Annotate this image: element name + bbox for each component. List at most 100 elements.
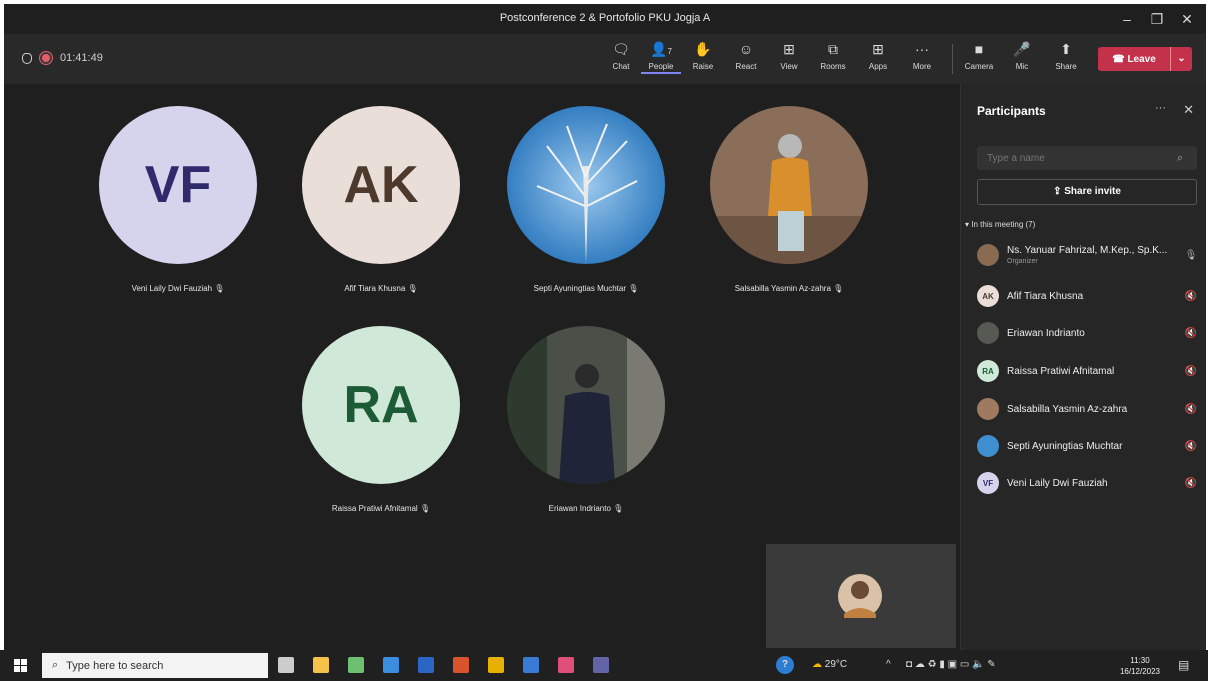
participant-tile-photo[interactable]: [507, 106, 665, 264]
person-photo: [710, 106, 868, 264]
window-title: Postconference 2 & Portofolio PKU Jogja …: [499, 12, 711, 24]
smile-icon: ☺: [738, 41, 754, 57]
more-button[interactable]: ··· More: [902, 40, 942, 80]
participant-row-name-text: Ns. Yanuar Fahrizal, M.Kep., Sp.K...: [1007, 245, 1168, 256]
avatar-initials: AK: [302, 106, 460, 264]
calendar-icon[interactable]: [558, 657, 574, 673]
mic-muted-icon: 🎙: [833, 284, 844, 293]
camera-button[interactable]: ■ Camera: [959, 40, 999, 80]
people-button[interactable]: 👤7 People: [641, 40, 681, 80]
participant-tile-vf[interactable]: VF: [99, 106, 257, 264]
more-icon: ···: [915, 41, 929, 57]
weather-temp: 29°C: [824, 659, 848, 670]
hand-icon: ✋: [694, 41, 712, 57]
raise-label: Raise: [692, 62, 714, 71]
leave-button[interactable]: ☎ Leave ⌄: [1098, 47, 1192, 71]
taskbar-clock[interactable]: 11:30 16/12/2023: [1110, 655, 1170, 677]
participant-row[interactable]: Eriawan Indrianto 🔇: [977, 318, 1199, 348]
share-button[interactable]: ⬆ Share: [1046, 40, 1086, 80]
avatar: AK: [977, 285, 999, 307]
participant-name-text: Septi Ayuningtias Muchtar: [533, 284, 626, 293]
avatar: [977, 398, 999, 420]
view-button[interactable]: ⊞ View: [769, 40, 809, 80]
clock-date: 16/12/2023: [1119, 667, 1161, 676]
participant-name: Eriawan Indrianto 🎙: [486, 504, 686, 513]
weather-widget[interactable]: ☁ 29°C: [812, 659, 847, 670]
participant-name-text: Eriawan Indrianto: [548, 504, 611, 513]
rooms-button[interactable]: ⧉ Rooms: [813, 40, 853, 80]
close-button[interactable]: ✕: [1172, 8, 1202, 30]
participant-row[interactable]: Septi Ayuningtias Muchtar 🔇: [977, 431, 1199, 461]
participant-row-name: Afif Tiara Khusna: [1007, 290, 1084, 302]
section-label: In this meeting (7): [971, 220, 1036, 229]
search-icon: ⌕: [1177, 152, 1184, 164]
taskbar-search-box[interactable]: ⌕ Type here to search: [42, 653, 268, 678]
chat-button[interactable]: 🗨 Chat: [601, 40, 641, 80]
mic-icon: 🎙: [1184, 249, 1198, 261]
chevron-down-icon[interactable]: ⌄: [1170, 47, 1192, 71]
participant-row[interactable]: Ns. Yanuar Fahrizal, M.Kep., Sp.K... Orga…: [977, 240, 1199, 270]
react-button[interactable]: ☺ React: [726, 40, 766, 80]
more-label: More: [912, 62, 932, 71]
mic-muted-icon: 🔇: [1184, 290, 1198, 302]
participant-row[interactable]: RA Raissa Pratiwi Afnitamal 🔇: [977, 356, 1199, 386]
participant-row[interactable]: Salsabilla Yasmin Az-zahra 🔇: [977, 394, 1199, 424]
mic-icon: 🎤: [1013, 41, 1031, 57]
participant-row-name: Veni Laily Dwi Fauziah: [1007, 477, 1108, 489]
participant-search-input[interactable]: [977, 146, 1197, 170]
powerpoint-icon[interactable]: [453, 657, 469, 673]
mic-muted-icon: 🔇: [1184, 440, 1198, 452]
participant-role: Organizer: [1007, 258, 1038, 265]
file-explorer-icon[interactable]: [313, 657, 329, 673]
apps-button[interactable]: ⊞ Apps: [858, 40, 898, 80]
share-icon: ⬆: [1060, 41, 1072, 57]
mic-button[interactable]: 🎤 Mic: [1002, 40, 1042, 80]
participants-panel: Participants ··· ✕ ⌕ ⇪ Share invite ▾ In…: [960, 84, 1206, 650]
mic-muted-icon: 🎙: [214, 284, 225, 293]
toolbar-divider: [952, 44, 953, 74]
recording-indicator: 01:41:49: [22, 52, 103, 64]
participant-tile-photo[interactable]: [710, 106, 868, 264]
rooms-icon: ⧉: [828, 41, 838, 57]
rooms-label: Rooms: [820, 62, 846, 71]
participant-row-name: Raissa Pratiwi Afnitamal: [1007, 365, 1115, 377]
camera-off-icon: ■: [974, 41, 984, 57]
windows-start-icon[interactable]: [14, 659, 27, 672]
camera-label: Camera: [964, 62, 994, 71]
meeting-section-header[interactable]: ▾ In this meeting (7): [965, 220, 1035, 229]
avatar-initials: RA: [302, 326, 460, 484]
teams-window: Postconference 2 & Portofolio PKU Jogja …: [4, 4, 1206, 650]
more-icon[interactable]: ···: [1155, 102, 1166, 114]
teams-icon[interactable]: [593, 657, 609, 673]
phone-icon: ☎: [1112, 53, 1128, 65]
task-view-icon[interactable]: [278, 657, 294, 673]
people-label: People: [641, 62, 681, 74]
participant-tile-photo[interactable]: [507, 326, 665, 484]
maximize-button[interactable]: ❐: [1142, 8, 1172, 30]
participant-row-name: Salsabilla Yasmin Az-zahra: [1007, 403, 1128, 415]
participant-name-text: Salsabilla Yasmin Az-zahra: [734, 284, 831, 293]
video-stage: VF Veni Laily Dwi Fauziah 🎙 AK Afif Tiar…: [4, 84, 960, 650]
app-icon[interactable]: [523, 657, 539, 673]
close-icon[interactable]: ✕: [1183, 102, 1194, 118]
mic-muted-icon: 🔇: [1184, 327, 1198, 339]
participant-tile-ak[interactable]: AK: [302, 106, 460, 264]
raise-button[interactable]: ✋ Raise: [683, 40, 723, 80]
minimize-button[interactable]: –: [1112, 8, 1142, 30]
meeting-toolbar: 01:41:49 🗨 Chat 👤7 People ✋ Raise ☺ Reac…: [4, 34, 1206, 84]
notes-icon[interactable]: [348, 657, 364, 673]
notification-icon[interactable]: ▤: [1178, 658, 1189, 672]
self-view[interactable]: [766, 544, 956, 648]
chrome-icon[interactable]: [488, 657, 504, 673]
tray-chevron-icon[interactable]: ^: [886, 659, 891, 670]
mail-icon[interactable]: [383, 657, 399, 673]
share-invite-button[interactable]: ⇪ Share invite: [977, 179, 1197, 205]
participant-row[interactable]: AK Afif Tiara Khusna 🔇: [977, 281, 1199, 311]
participant-tile-ra[interactable]: RA: [302, 326, 460, 484]
participant-name: Septi Ayuningtias Muchtar 🎙: [486, 284, 686, 293]
help-icon[interactable]: ?: [776, 656, 794, 674]
word-icon[interactable]: [418, 657, 434, 673]
participant-row-name: Septi Ayuningtias Muchtar: [1007, 440, 1123, 452]
participant-row[interactable]: VF Veni Laily Dwi Fauziah 🔇: [977, 468, 1199, 498]
participant-row-name: Eriawan Indrianto: [1007, 327, 1085, 339]
